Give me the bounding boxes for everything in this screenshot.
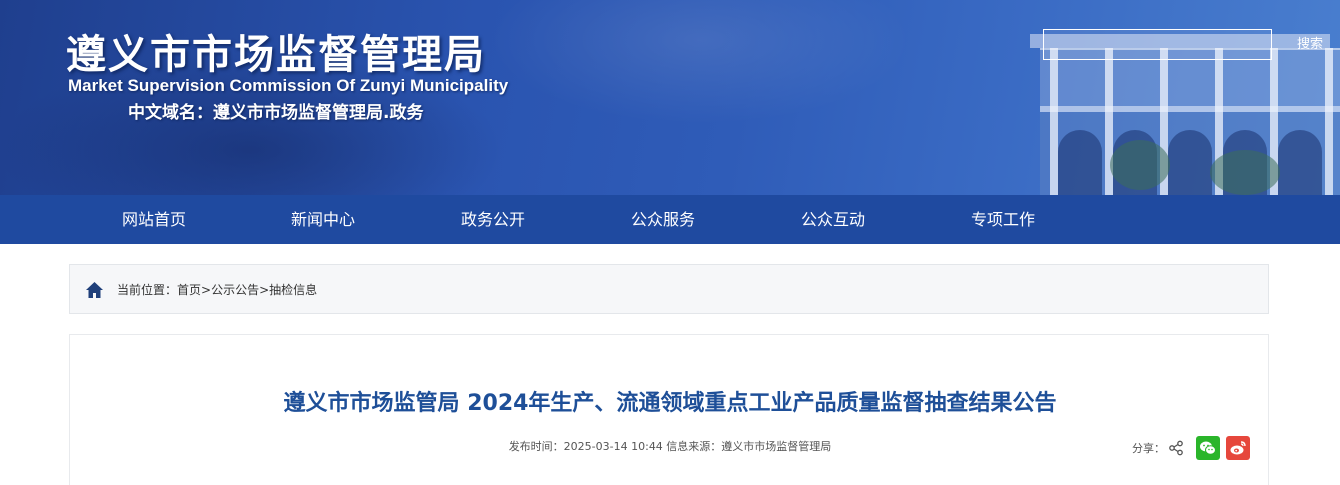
share-label: 分享： — [1132, 442, 1165, 455]
header-banner: 遵义市市场监督管理局 Market Supervision Commission… — [0, 0, 1340, 195]
search-input[interactable] — [1043, 29, 1272, 60]
nav-item-home[interactable]: 网站首页 — [94, 195, 214, 244]
article-meta: 发布时间：2025-03-14 10:44 信息来源：遵义市市场监督管理局 — [508, 440, 832, 453]
site-title-english: Market Supervision Commission Of Zunyi M… — [68, 76, 509, 95]
share-icon — [1169, 440, 1183, 456]
site-domain-name: 中文域名：遵义市市场监督管理局.政务 — [128, 103, 424, 123]
banner-calligraphy — [560, 12, 576, 47]
wechat-icon — [1200, 441, 1216, 455]
weibo-icon — [1230, 441, 1246, 455]
nav-item-government-affairs[interactable]: 政务公开 — [433, 195, 553, 244]
wechat-share-button[interactable] — [1196, 436, 1220, 460]
share-bar: 分享： — [1132, 435, 1250, 461]
breadcrumb-prefix: 当前位置： — [117, 283, 178, 297]
breadcrumb-announcements-link[interactable]: 公示公告 — [211, 283, 259, 297]
breadcrumb-home-link[interactable]: 首页 — [177, 283, 201, 297]
home-icon — [86, 282, 103, 298]
site-title: 遵义市市场监督管理局 — [66, 32, 486, 78]
breadcrumb-trail: 当前位置：首页>公示公告>抽检信息 — [117, 265, 317, 315]
breadcrumb-separator: > — [201, 283, 212, 297]
nav-item-news[interactable]: 新闻中心 — [263, 195, 383, 244]
breadcrumb-inspection-info-link[interactable]: 抽检信息 — [269, 283, 317, 297]
search-button[interactable]: 搜索 — [1285, 29, 1335, 60]
nav-item-public-interaction[interactable]: 公众互动 — [773, 195, 893, 244]
breadcrumb: 当前位置：首页>公示公告>抽检信息 — [69, 264, 1269, 314]
article-title: 遵义市市场监管局 2024年生产、流通领域重点工业产品质量监督抽查结果公告 — [283, 391, 1057, 416]
main-nav: 网站首页 新闻中心 政务公开 公众服务 公众互动 专项工作 — [0, 195, 1340, 244]
nav-item-public-service[interactable]: 公众服务 — [603, 195, 723, 244]
article-panel: 遵义市市场监管局 2024年生产、流通领域重点工业产品质量监督抽查结果公告 发布… — [69, 334, 1269, 485]
breadcrumb-separator: > — [259, 283, 270, 297]
nav-item-special-work[interactable]: 专项工作 — [943, 195, 1063, 244]
weibo-share-button[interactable] — [1226, 436, 1250, 460]
